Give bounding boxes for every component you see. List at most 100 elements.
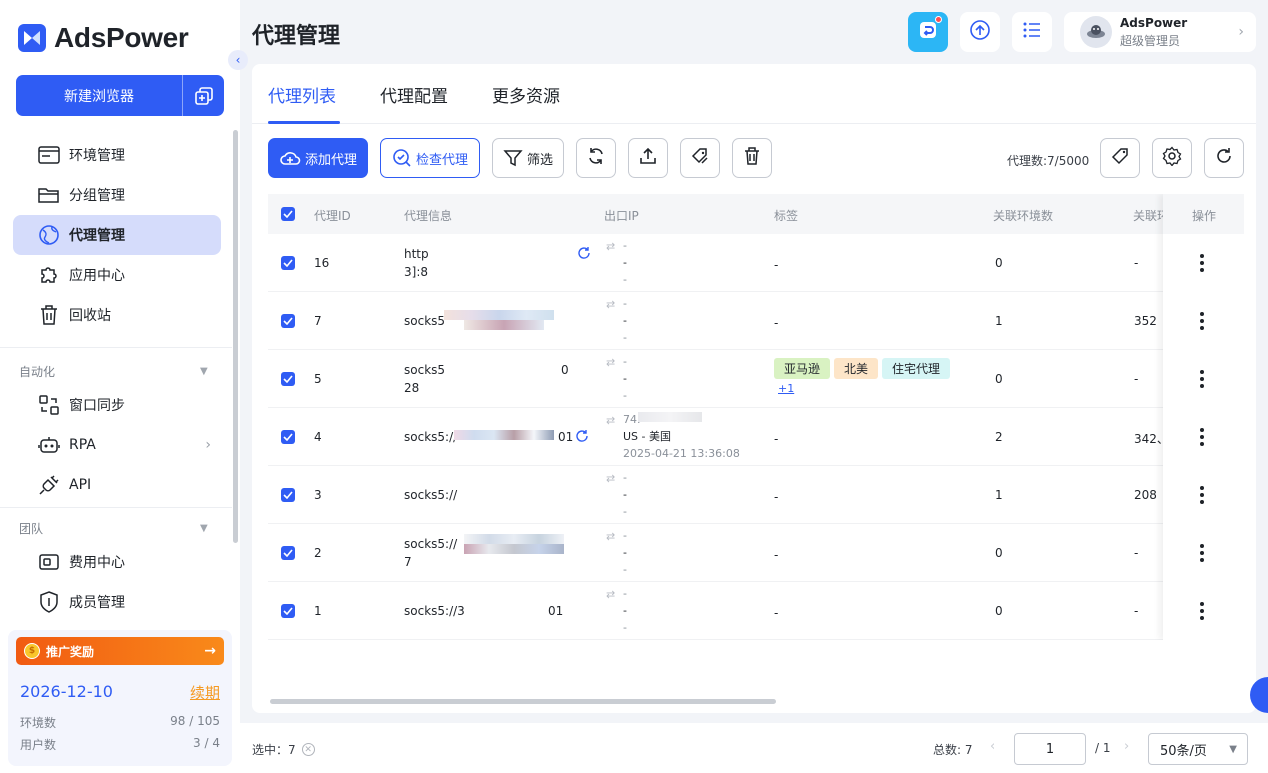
upload-icon [969,19,991,45]
sidebar-item-trash[interactable]: 回收站 [13,295,221,335]
table-row[interactable]: 16 http 3]:8 ⇄ --- - 0 - [268,234,1244,292]
proxy-info: socks5:// [404,488,458,502]
column-header[interactable]: 出口IP [604,207,639,224]
notify-button[interactable] [908,12,948,52]
edit-tags-button[interactable] [680,138,720,178]
tab-more-resources[interactable]: 更多资源 [492,82,560,107]
table-row[interactable]: 5 socks5 0 28 ⇄ --- 亚马逊 北美 住宅代理 +1 0 - [268,350,1244,408]
kebab-icon[interactable] [1200,602,1204,620]
row-checkbox[interactable] [281,256,295,270]
pagination-bar: 选中：7 ✕ 总数: 7 ‹ 1 / 1 › 50条/页 ▼ [240,723,1268,773]
update-button[interactable] [960,12,1000,52]
next-page-icon[interactable]: › [1124,739,1129,754]
tag-badge[interactable]: 北美 [834,358,879,379]
renew-link[interactable]: 续期 [190,682,220,703]
tag-badge[interactable]: 亚马逊 [774,358,831,379]
column-header[interactable]: 代理ID [314,207,351,224]
kebab-icon[interactable] [1200,370,1204,388]
check-circle-icon [392,148,412,168]
tag-manage-button[interactable] [1100,138,1140,178]
proxy-info-line2: 3]:8 [404,265,428,279]
tab-proxy-list[interactable]: 代理列表 [268,82,336,107]
sidebar-item-apps[interactable]: 应用中心 [13,255,221,295]
delete-button[interactable] [732,138,772,178]
sidebar-item-billing[interactable]: 费用中心 [13,542,221,582]
user-menu[interactable]: AdsPower 超级管理员 › [1064,12,1256,52]
refresh-button[interactable] [576,138,616,178]
row-checkbox[interactable] [281,430,295,444]
refresh-icon[interactable] [577,246,591,263]
sidebar-item-proxies[interactable]: 代理管理 [13,215,221,255]
sidebar-item-label: 成员管理 [69,595,125,611]
env-ids: - [1134,546,1139,560]
kebab-icon[interactable] [1200,428,1204,446]
table-row[interactable]: 3 socks5:// ⇄ --- - 1 208 [268,466,1244,524]
logo[interactable]: AdsPower [18,22,189,54]
sidebar-item-environments[interactable]: 环境管理 [13,135,221,175]
sidebar-item-members[interactable]: 成员管理 [13,582,221,622]
column-header[interactable]: 代理信息 [404,207,452,224]
row-checkbox[interactable] [281,314,295,328]
chevron-right-icon: › [205,437,211,453]
sidebar-item-label: 分组管理 [69,188,125,204]
prev-page-icon[interactable]: ‹ [990,739,995,754]
table-row[interactable]: 4 socks5:// 01 ⇄ 74. US - 美国 2025-04-21 13… [268,408,1244,466]
column-header[interactable]: 关联环境数 [993,207,1053,224]
table-row[interactable]: 2 socks5:// 7 ⇄ --- - 0 - [268,524,1244,582]
proxy-table: 代理ID 代理信息 出口IP 标签 关联环境数 关联环 16 http 3]:8… [268,194,1244,640]
row-checkbox[interactable] [281,372,295,386]
table-row[interactable]: 1 socks5://3 01 ⇄ --- - 0 - [268,582,1244,640]
more-tags-link[interactable]: +1 [778,382,794,395]
horizontal-scrollbar[interactable] [270,699,776,704]
row-checkbox[interactable] [281,604,295,618]
export-button[interactable] [628,138,668,178]
sidebar-item-label: API [69,477,92,493]
sidebar-item-api[interactable]: API [13,465,221,505]
reload-button[interactable] [1204,138,1244,178]
tag-cell: - [774,490,779,504]
tag-cell: - [774,548,779,562]
select-all-checkbox[interactable] [281,207,295,221]
automation-section-label: 自动化 [19,365,56,379]
proxy-info-tail: 01 [548,604,564,618]
sidebar-item-groups[interactable]: 分组管理 [13,175,221,215]
promo-banner[interactable]: $ 推广奖励 → [16,637,224,665]
refresh-icon[interactable] [575,429,589,446]
user-info: AdsPower 超级管理员 [1120,16,1187,49]
close-circle-icon[interactable]: ✕ [301,743,315,756]
swap-icon: ⇄ [606,414,616,427]
filter-button[interactable]: 筛选 [492,138,564,178]
kebab-icon[interactable] [1200,254,1204,272]
collapse-icon[interactable]: ‹ [228,50,248,70]
table-row[interactable]: 7 socks5 ⇄ --- - 1 352 [268,292,1244,350]
tag-badge[interactable]: 住宅代理 [882,358,951,379]
settings-button[interactable] [1152,138,1192,178]
chevron-down-icon[interactable]: ▼ [200,523,208,534]
exit-ip: --- [623,529,627,576]
check-proxy-button[interactable]: 检查代理 [380,138,480,178]
sidebar-item-label: 环境管理 [69,148,125,164]
user-name: AdsPower [1120,15,1188,30]
task-list-button[interactable] [1012,12,1052,52]
tag-cell: - [774,432,779,446]
sidebar-item-window-sync[interactable]: 窗口同步 [13,385,221,425]
column-header[interactable]: 标签 [774,207,798,224]
sidebar-item-label: 应用中心 [69,268,125,284]
page-input[interactable]: 1 [1014,733,1086,765]
sidebar-item-rpa[interactable]: RPA › [13,425,221,465]
row-checkbox[interactable] [281,488,295,502]
kebab-icon[interactable] [1200,486,1204,504]
exit-ip: --- [623,587,627,634]
page-size-select[interactable]: 50条/页 ▼ [1148,733,1248,765]
kebab-icon[interactable] [1200,312,1204,330]
kebab-icon[interactable] [1200,544,1204,562]
add-proxy-button[interactable]: 添加代理 [268,138,368,178]
chevron-down-icon[interactable]: ▼ [200,366,208,377]
new-browser-button[interactable]: 新建浏览器 [16,75,224,116]
sidebar-scrollbar[interactable] [233,130,238,543]
trash-icon [37,303,61,327]
redacted-value [464,534,564,544]
add-window-icon[interactable] [183,75,224,116]
tab-proxy-config[interactable]: 代理配置 [380,82,448,107]
row-checkbox[interactable] [281,546,295,560]
